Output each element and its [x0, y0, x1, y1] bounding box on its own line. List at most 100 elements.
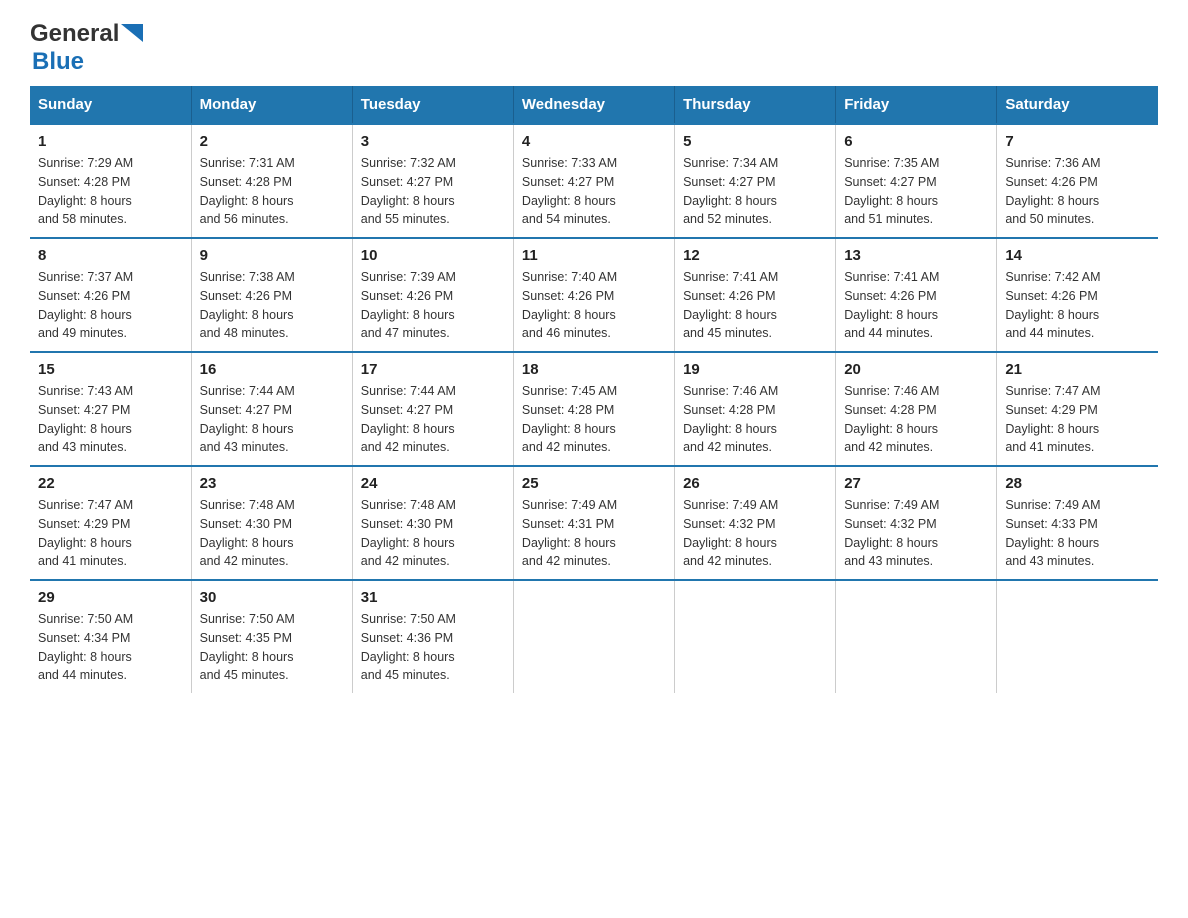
calendar-cell	[675, 580, 836, 693]
page-header: General Blue	[30, 20, 1158, 76]
day-number: 23	[200, 475, 344, 492]
day-info: Sunrise: 7:50 AMSunset: 4:35 PMDaylight:…	[200, 610, 344, 685]
day-number: 6	[844, 133, 988, 150]
day-number: 7	[1005, 133, 1150, 150]
calendar-cell: 22 Sunrise: 7:47 AMSunset: 4:29 PMDayligh…	[30, 466, 191, 580]
day-info: Sunrise: 7:50 AMSunset: 4:34 PMDaylight:…	[38, 610, 183, 685]
day-number: 21	[1005, 361, 1150, 378]
header-day-monday: Monday	[191, 86, 352, 124]
calendar-cell: 4Sunrise: 7:33 AMSunset: 4:27 PMDaylight…	[513, 124, 674, 238]
day-info: Sunrise: 7:49 AMSunset: 4:31 PMDaylight:…	[522, 496, 666, 571]
calendar-table: SundayMondayTuesdayWednesdayThursdayFrid…	[30, 86, 1158, 693]
calendar-cell: 23 Sunrise: 7:48 AMSunset: 4:30 PMDayligh…	[191, 466, 352, 580]
day-info: Sunrise: 7:49 AMSunset: 4:33 PMDaylight:…	[1005, 496, 1150, 571]
day-info: Sunrise: 7:49 AMSunset: 4:32 PMDaylight:…	[844, 496, 988, 571]
calendar-cell: 3 Sunrise: 7:32 AMSunset: 4:27 PMDaylight…	[352, 124, 513, 238]
calendar-cell: 15 Sunrise: 7:43 AMSunset: 4:27 PMDayligh…	[30, 352, 191, 466]
calendar-cell: 17 Sunrise: 7:44 AMSunset: 4:27 PMDayligh…	[352, 352, 513, 466]
calendar-week-row: 8 Sunrise: 7:37 AMSunset: 4:26 PMDaylight…	[30, 238, 1158, 352]
logo-general-text: General	[30, 20, 119, 48]
day-number: 19	[683, 361, 827, 378]
calendar-week-row: 22 Sunrise: 7:47 AMSunset: 4:29 PMDayligh…	[30, 466, 1158, 580]
day-number: 29	[38, 589, 183, 606]
calendar-week-row: 1Sunrise: 7:29 AMSunset: 4:28 PMDaylight…	[30, 124, 1158, 238]
day-info: Sunrise: 7:43 AMSunset: 4:27 PMDaylight:…	[38, 382, 183, 457]
day-number: 1	[38, 133, 183, 150]
day-info: Sunrise: 7:41 AMSunset: 4:26 PMDaylight:…	[844, 268, 988, 343]
logo-triangle-icon	[121, 24, 143, 46]
calendar-cell: 25 Sunrise: 7:49 AMSunset: 4:31 PMDayligh…	[513, 466, 674, 580]
day-number: 24	[361, 475, 505, 492]
day-number: 17	[361, 361, 505, 378]
calendar-cell: 29 Sunrise: 7:50 AMSunset: 4:34 PMDayligh…	[30, 580, 191, 693]
calendar-cell: 11Sunrise: 7:40 AMSunset: 4:26 PMDayligh…	[513, 238, 674, 352]
calendar-cell: 14Sunrise: 7:42 AMSunset: 4:26 PMDayligh…	[997, 238, 1158, 352]
day-number: 10	[361, 247, 505, 264]
calendar-cell: 19 Sunrise: 7:46 AMSunset: 4:28 PMDayligh…	[675, 352, 836, 466]
day-number: 31	[361, 589, 505, 606]
day-number: 26	[683, 475, 827, 492]
day-info: Sunrise: 7:41 AMSunset: 4:26 PMDaylight:…	[683, 268, 827, 343]
header-day-saturday: Saturday	[997, 86, 1158, 124]
day-number: 2	[200, 133, 344, 150]
day-info: Sunrise: 7:47 AMSunset: 4:29 PMDaylight:…	[1005, 382, 1150, 457]
calendar-cell	[513, 580, 674, 693]
day-info: Sunrise: 7:48 AMSunset: 4:30 PMDaylight:…	[200, 496, 344, 571]
header-day-sunday: Sunday	[30, 86, 191, 124]
calendar-cell: 31 Sunrise: 7:50 AMSunset: 4:36 PMDayligh…	[352, 580, 513, 693]
day-number: 28	[1005, 475, 1150, 492]
calendar-cell: 21 Sunrise: 7:47 AMSunset: 4:29 PMDayligh…	[997, 352, 1158, 466]
calendar-week-row: 29 Sunrise: 7:50 AMSunset: 4:34 PMDayligh…	[30, 580, 1158, 693]
day-number: 8	[38, 247, 183, 264]
header-day-tuesday: Tuesday	[352, 86, 513, 124]
header-day-wednesday: Wednesday	[513, 86, 674, 124]
day-info: Sunrise: 7:33 AMSunset: 4:27 PMDaylight:…	[522, 154, 666, 229]
day-number: 20	[844, 361, 988, 378]
logo-blue-text: Blue	[32, 48, 84, 75]
day-info: Sunrise: 7:48 AMSunset: 4:30 PMDaylight:…	[361, 496, 505, 571]
day-info: Sunrise: 7:40 AMSunset: 4:26 PMDaylight:…	[522, 268, 666, 343]
day-number: 15	[38, 361, 183, 378]
calendar-week-row: 15 Sunrise: 7:43 AMSunset: 4:27 PMDayligh…	[30, 352, 1158, 466]
calendar-cell: 7 Sunrise: 7:36 AMSunset: 4:26 PMDaylight…	[997, 124, 1158, 238]
calendar-cell	[836, 580, 997, 693]
calendar-cell: 13Sunrise: 7:41 AMSunset: 4:26 PMDayligh…	[836, 238, 997, 352]
day-info: Sunrise: 7:39 AMSunset: 4:26 PMDaylight:…	[361, 268, 505, 343]
day-number: 25	[522, 475, 666, 492]
calendar-cell: 30 Sunrise: 7:50 AMSunset: 4:35 PMDayligh…	[191, 580, 352, 693]
logo: General Blue	[30, 20, 143, 76]
day-info: Sunrise: 7:44 AMSunset: 4:27 PMDaylight:…	[361, 382, 505, 457]
calendar-cell: 6Sunrise: 7:35 AMSunset: 4:27 PMDaylight…	[836, 124, 997, 238]
calendar-cell: 24 Sunrise: 7:48 AMSunset: 4:30 PMDayligh…	[352, 466, 513, 580]
day-number: 30	[200, 589, 344, 606]
day-info: Sunrise: 7:32 AMSunset: 4:27 PMDaylight:…	[361, 154, 505, 229]
day-info: Sunrise: 7:46 AMSunset: 4:28 PMDaylight:…	[683, 382, 827, 457]
calendar-cell: 1Sunrise: 7:29 AMSunset: 4:28 PMDaylight…	[30, 124, 191, 238]
day-info: Sunrise: 7:45 AMSunset: 4:28 PMDaylight:…	[522, 382, 666, 457]
day-info: Sunrise: 7:44 AMSunset: 4:27 PMDaylight:…	[200, 382, 344, 457]
calendar-cell: 27Sunrise: 7:49 AMSunset: 4:32 PMDayligh…	[836, 466, 997, 580]
day-number: 12	[683, 247, 827, 264]
calendar-cell: 26 Sunrise: 7:49 AMSunset: 4:32 PMDayligh…	[675, 466, 836, 580]
day-info: Sunrise: 7:37 AMSunset: 4:26 PMDaylight:…	[38, 268, 183, 343]
header-day-friday: Friday	[836, 86, 997, 124]
calendar-cell: 9 Sunrise: 7:38 AMSunset: 4:26 PMDaylight…	[191, 238, 352, 352]
day-number: 16	[200, 361, 344, 378]
calendar-cell: 8 Sunrise: 7:37 AMSunset: 4:26 PMDaylight…	[30, 238, 191, 352]
day-info: Sunrise: 7:49 AMSunset: 4:32 PMDaylight:…	[683, 496, 827, 571]
day-info: Sunrise: 7:47 AMSunset: 4:29 PMDaylight:…	[38, 496, 183, 571]
day-number: 3	[361, 133, 505, 150]
calendar-cell: 18Sunrise: 7:45 AMSunset: 4:28 PMDayligh…	[513, 352, 674, 466]
day-info: Sunrise: 7:38 AMSunset: 4:26 PMDaylight:…	[200, 268, 344, 343]
day-number: 9	[200, 247, 344, 264]
day-info: Sunrise: 7:50 AMSunset: 4:36 PMDaylight:…	[361, 610, 505, 685]
calendar-cell: 20 Sunrise: 7:46 AMSunset: 4:28 PMDayligh…	[836, 352, 997, 466]
calendar-cell	[997, 580, 1158, 693]
day-info: Sunrise: 7:42 AMSunset: 4:26 PMDaylight:…	[1005, 268, 1150, 343]
day-info: Sunrise: 7:36 AMSunset: 4:26 PMDaylight:…	[1005, 154, 1150, 229]
day-number: 22	[38, 475, 183, 492]
header-day-thursday: Thursday	[675, 86, 836, 124]
day-info: Sunrise: 7:34 AMSunset: 4:27 PMDaylight:…	[683, 154, 827, 229]
day-number: 5	[683, 133, 827, 150]
day-info: Sunrise: 7:46 AMSunset: 4:28 PMDaylight:…	[844, 382, 988, 457]
